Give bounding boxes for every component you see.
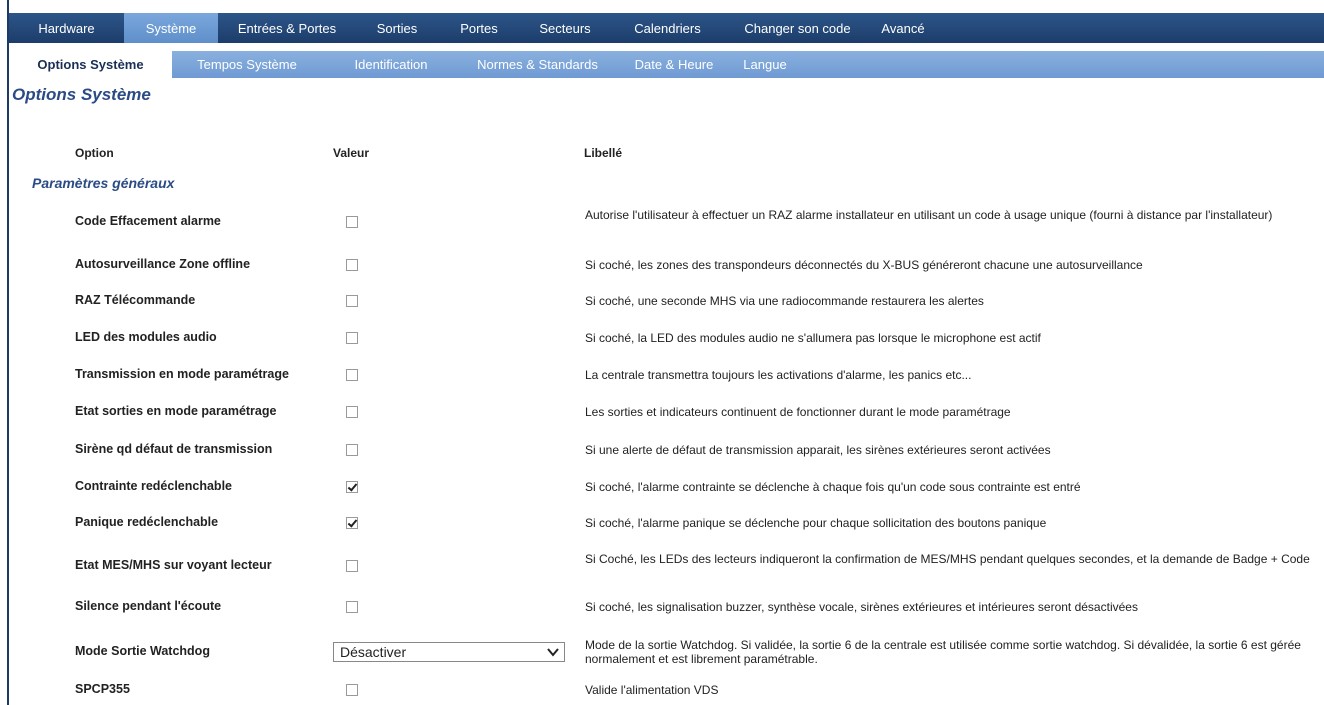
subtab-date-heure[interactable]: Date & Heure <box>615 51 733 78</box>
option-description: Mode de la sortie Watchdog. Si validée, … <box>585 638 1301 666</box>
option-checkbox[interactable] <box>346 517 358 529</box>
option-description: Si coché, la LED des modules audio ne s'… <box>585 331 1041 345</box>
subtab-langue[interactable]: Langue <box>733 51 797 78</box>
option-label: Etat MES/MHS sur voyant lecteur <box>75 558 272 572</box>
sub-tab-bar: Options Système Tempos Système Identific… <box>9 51 1324 78</box>
option-description: Si coché, une seconde MHS via une radioc… <box>585 294 984 308</box>
option-label: Sirène qd défaut de transmission <box>75 442 273 456</box>
column-header-label: Libellé <box>584 146 623 160</box>
option-label: Code Effacement alarme <box>75 214 221 228</box>
option-description: Si une alerte de défaut de transmission … <box>585 443 1051 457</box>
option-description: Si coché, l'alarme contrainte se déclenc… <box>585 480 1081 494</box>
option-checkbox[interactable] <box>346 369 358 381</box>
option-description: Si Coché, les LEDs des lecteurs indiquer… <box>585 552 1310 566</box>
option-label: Panique redéclenchable <box>75 515 219 529</box>
chevron-down-icon <box>547 648 559 657</box>
column-header-value: Valeur <box>333 146 370 160</box>
section-title: Paramètres généraux <box>32 175 175 191</box>
option-checkbox[interactable] <box>346 295 358 307</box>
option-label: LED des modules audio <box>75 330 217 344</box>
option-checkbox[interactable] <box>346 601 358 613</box>
main-tab-bar: Hardware Système Entrées & Portes Sortie… <box>9 13 1324 43</box>
option-label: Contrainte redéclenchable <box>75 479 232 493</box>
subtab-identification[interactable]: Identification <box>322 51 460 78</box>
option-checkbox[interactable] <box>346 481 358 493</box>
tab-sorties[interactable]: Sorties <box>356 13 438 43</box>
option-description: La centrale transmettra toujours les act… <box>585 368 972 382</box>
option-checkbox[interactable] <box>346 684 358 696</box>
option-description: Si coché, l'alarme panique se déclenche … <box>585 516 1047 530</box>
option-description: Autorise l'utilisateur à effectuer un RA… <box>585 208 1273 222</box>
tab-avance[interactable]: Avancé <box>870 13 936 43</box>
option-label: Etat sorties en mode paramétrage <box>75 404 277 418</box>
tab-entrees-portes[interactable]: Entrées & Portes <box>218 13 356 43</box>
watchdog-select[interactable]: Désactiver <box>333 642 565 662</box>
option-checkbox[interactable] <box>346 444 358 456</box>
option-checkbox[interactable] <box>346 560 358 572</box>
option-label: Silence pendant l'écoute <box>75 599 222 613</box>
option-label: Autosurveillance Zone offline <box>75 257 251 271</box>
left-border <box>7 0 9 705</box>
subtab-tempos-systeme[interactable]: Tempos Système <box>172 51 322 78</box>
tab-systeme[interactable]: Système <box>124 13 218 43</box>
option-label: Transmission en mode paramétrage <box>75 367 289 381</box>
option-checkbox[interactable] <box>346 216 358 228</box>
column-header-option: Option <box>75 146 114 160</box>
option-checkbox[interactable] <box>346 406 358 418</box>
option-description: Si coché, les signalisation buzzer, synt… <box>585 600 1138 614</box>
option-label: SPCP355 <box>75 682 130 696</box>
option-description: Si coché, les zones des transpondeurs dé… <box>585 258 1143 272</box>
tab-hardware[interactable]: Hardware <box>9 13 124 43</box>
subtab-options-systeme[interactable]: Options Système <box>9 51 172 78</box>
option-checkbox[interactable] <box>346 259 358 271</box>
option-label: Mode Sortie Watchdog <box>75 644 210 658</box>
option-description: Valide l'alimentation VDS <box>585 683 719 697</box>
tab-calendriers[interactable]: Calendriers <box>610 13 725 43</box>
page-title: Options Système <box>12 85 151 104</box>
subtab-normes-standards[interactable]: Normes & Standards <box>460 51 615 78</box>
tab-secteurs[interactable]: Secteurs <box>520 13 610 43</box>
option-description: Les sorties et indicateurs continuent de… <box>585 405 1011 419</box>
tab-changer-code[interactable]: Changer son code <box>725 13 870 43</box>
option-checkbox[interactable] <box>346 332 358 344</box>
select-value: Désactiver <box>340 644 407 660</box>
tab-portes[interactable]: Portes <box>438 13 520 43</box>
option-label: RAZ Télécommande <box>75 293 196 307</box>
